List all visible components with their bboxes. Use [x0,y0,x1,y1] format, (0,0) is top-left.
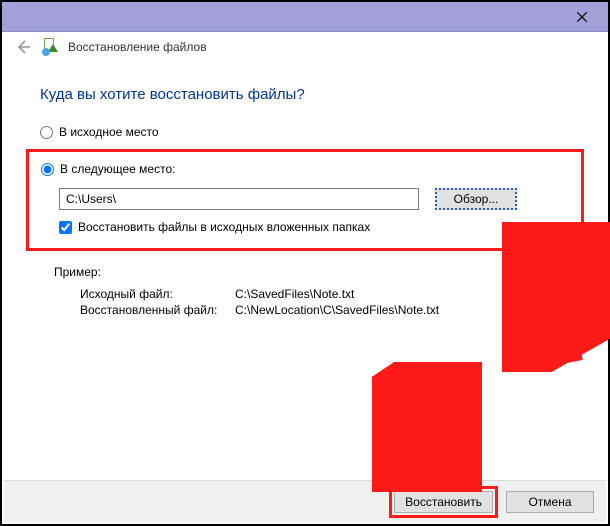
example-source-label: Исходный файл: [80,287,235,301]
example-title: Пример: [54,265,570,279]
cancel-button[interactable]: Отмена [506,491,594,513]
example-source-value: C:\SavedFiles\Note.txt [235,287,570,301]
content: Куда вы хотите восстановить файлы? В исх… [2,62,608,317]
subfolders-checkbox[interactable] [59,221,72,234]
radio-original-label: В исходное место [59,125,159,139]
restore-app-icon [42,38,60,56]
annotation-arrow-lower [372,362,482,492]
restore-button-highlight: Восстановить [389,486,498,518]
dialog-button-bar: Восстановить Отмена [4,480,606,522]
subfolders-checkbox-label: Восстановить файлы в исходных вложенных … [78,220,370,234]
wizard-header: Восстановление файлов [2,32,608,62]
example-restored-label: Восстановленный файл: [80,303,235,317]
radio-following-label: В следующее место: [60,162,175,176]
option-following-row[interactable]: В следующее место: [41,162,569,176]
close-icon [577,12,587,22]
radio-original[interactable] [40,126,53,139]
back-button[interactable] [12,36,34,58]
option-following-highlight: В следующее место: Обзор... Восстановить… [26,149,584,251]
close-button[interactable] [562,5,602,29]
header-title: Восстановление файлов [68,40,207,54]
destination-path-input[interactable] [59,188,419,210]
page-heading: Куда вы хотите восстановить файлы? [40,86,570,103]
radio-following[interactable] [41,163,54,176]
option-original-row[interactable]: В исходное место [40,125,570,139]
browse-button[interactable]: Обзор... [435,188,517,210]
titlebar [2,2,608,32]
example-block: Пример: Исходный файл: C:\SavedFiles\Not… [54,265,570,317]
back-arrow-icon [15,39,31,55]
subfolders-checkbox-row[interactable]: Восстановить файлы в исходных вложенных … [59,220,569,234]
example-restored-value: C:\NewLocation\C\SavedFiles\Note.txt [235,303,570,317]
path-row: Обзор... [59,188,569,210]
restore-button[interactable]: Восстановить [394,491,493,513]
